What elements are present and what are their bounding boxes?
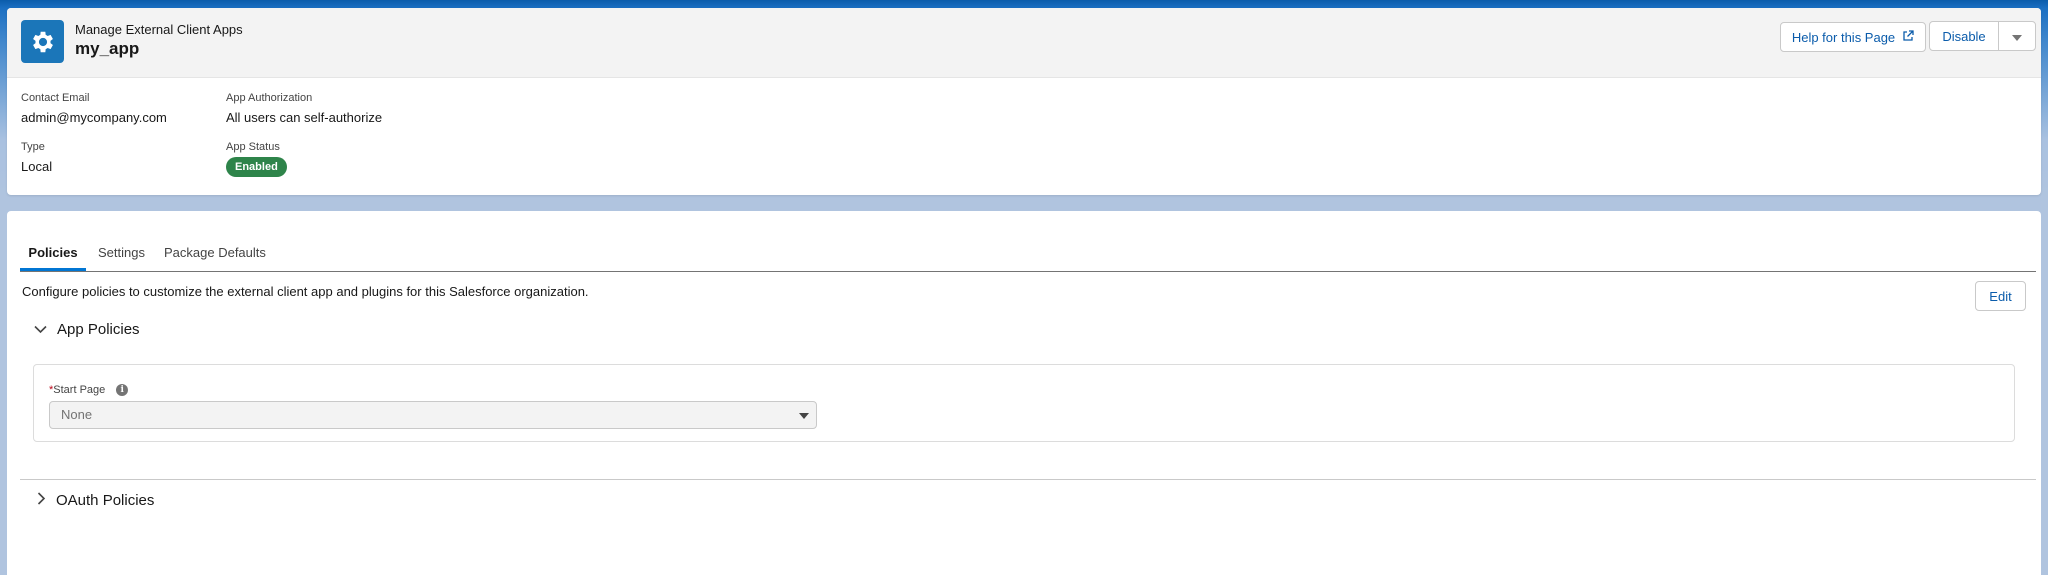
app-status-field: App Status Enabled <box>226 141 287 177</box>
breadcrumb[interactable]: Manage External Client Apps <box>75 22 243 37</box>
oauth-policies-section-toggle[interactable]: OAuth Policies <box>37 492 154 509</box>
start-page-value: None <box>61 407 93 422</box>
help-button[interactable]: Help for this Page <box>1780 22 1926 52</box>
chevron-down-icon <box>34 321 47 338</box>
tab-settings[interactable]: Settings <box>98 234 145 271</box>
start-page-label: Start Page <box>53 384 106 396</box>
tab-bar: Policies Settings Package Defaults <box>20 234 2036 272</box>
info-icon[interactable]: i <box>116 384 129 396</box>
contact-email-value: admin@mycompany.com <box>21 110 167 125</box>
chevron-down-icon <box>2012 29 2022 44</box>
help-button-label: Help for this Page <box>1791 29 1896 45</box>
oauth-policies-title: OAuth Policies <box>56 492 155 509</box>
app-status-label: App Status <box>226 141 280 153</box>
app-authorization-value: All users can self-authorize <box>226 110 383 125</box>
app-policies-panel: *Start Page i None <box>33 364 2015 442</box>
app-policies-section-toggle[interactable]: App Policies <box>34 321 140 338</box>
app-authorization-field: App Authorization All users can self-aut… <box>226 92 382 125</box>
type-label: Type <box>21 141 45 153</box>
disable-button[interactable]: Disable <box>1929 21 1999 51</box>
start-page-select[interactable]: None <box>49 401 817 429</box>
type-value: Local <box>21 159 53 174</box>
section-divider <box>20 479 2036 480</box>
gear-icon <box>21 20 64 63</box>
app-authorization-label: App Authorization <box>226 92 313 104</box>
policies-card: Policies Settings Package Defaults Confi… <box>7 211 2041 575</box>
page-title: my_app <box>75 39 140 58</box>
contact-email-field: Contact Email admin@mycompany.com <box>21 92 167 125</box>
contact-email-label: Contact Email <box>21 92 90 104</box>
start-page-label-group: *Start Page i <box>49 384 129 396</box>
more-actions-button[interactable] <box>1998 21 2036 51</box>
app-policies-title: App Policies <box>57 321 140 338</box>
external-link-icon <box>1902 29 1914 45</box>
header-bar: Manage External Client Apps my_app Help … <box>7 8 2041 78</box>
edit-button[interactable]: Edit <box>1975 281 2026 311</box>
tab-package-defaults[interactable]: Package Defaults <box>164 234 266 271</box>
tab-policies[interactable]: Policies <box>20 234 86 271</box>
record-header: Manage External Client Apps my_app Help … <box>7 8 2041 195</box>
status-badge: Enabled <box>226 157 287 177</box>
policies-description: Configure policies to customize the exte… <box>22 284 589 299</box>
dropdown-caret-icon <box>799 413 809 419</box>
chevron-right-icon <box>37 492 46 509</box>
type-field: Type Local <box>21 141 52 174</box>
